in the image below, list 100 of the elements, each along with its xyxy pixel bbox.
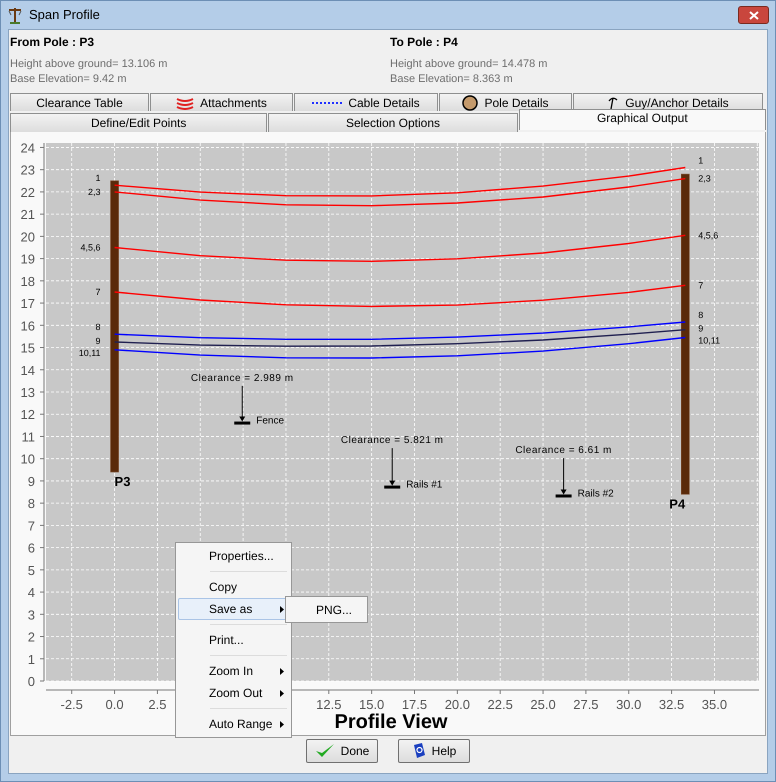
help-book-icon [412, 743, 426, 759]
wave-lines-icon [176, 96, 194, 110]
cable-label: 1 [698, 155, 704, 166]
arrow [239, 385, 246, 422]
obstacle-label: Rails #2 [578, 488, 614, 500]
done-button[interactable]: Done [306, 739, 378, 763]
tab[interactable]: Cable Details [294, 93, 438, 111]
cable-label: 9 [698, 324, 704, 334]
arrow [389, 448, 396, 486]
menu-item[interactable]: Properties... [178, 545, 289, 567]
axis-tick-label: 20.0 [444, 697, 470, 712]
menu-item[interactable]: Copy [178, 576, 289, 598]
clearance-label: Clearance = 6.61 m [515, 445, 612, 456]
axis-tick-label: 7 [28, 518, 35, 534]
axis-tick-label: 17.5 [402, 697, 428, 712]
ground-marker [384, 486, 400, 489]
tab[interactable]: Selection Options [268, 113, 518, 132]
axis-tick-label: 22 [20, 184, 35, 200]
obstacle-label: Fence [256, 416, 284, 427]
anchor-hook-icon [607, 96, 620, 110]
arrow [560, 458, 567, 494]
axis-tick-label: 18 [20, 274, 35, 289]
menu-item[interactable]: Print... [178, 629, 289, 651]
elevation-info: Base Elevation= 8.363 m [390, 72, 514, 87]
axis-tick-label: -2.5 [60, 697, 83, 712]
axis-tick-label: 10 [20, 452, 35, 467]
chart-title: Profile View [334, 711, 448, 733]
cable-label: 9 [96, 336, 101, 346]
menu-item[interactable]: Auto Range [178, 713, 289, 735]
axis-tick-label: 8 [28, 496, 35, 512]
pole-label: P4 [669, 496, 686, 512]
axis-tick-label: 14 [20, 362, 35, 378]
height-info: Height above ground= 14.478 m [390, 57, 548, 72]
axis-tick-label: 11 [22, 429, 35, 444]
axis-tick-label: 5 [28, 562, 35, 578]
height-info: Height above ground= 13.106 m [10, 57, 168, 72]
axis-tick-label: 9 [28, 474, 35, 489]
axis-tick-label: 16 [20, 318, 35, 334]
axis-tick-label: 6 [28, 540, 35, 556]
dotted-line-icon [312, 100, 342, 106]
axis-tick-label: 23 [20, 162, 35, 178]
menu-item[interactable]: PNG... [286, 600, 352, 618]
cable-label: 2,3 [88, 186, 101, 197]
cable-label: 7 [698, 280, 704, 290]
axis-tick-label: 2.5 [148, 697, 166, 712]
cable-label: 10,11 [78, 348, 101, 358]
submenu-arrow-icon [280, 720, 284, 728]
axis-tick-label: 17 [20, 296, 35, 312]
axis-tick-label: 13 [20, 385, 35, 400]
elevation-info: Base Elevation= 9.42 m [10, 72, 128, 87]
axis-tick-label: 27.5 [573, 697, 599, 712]
menu-item[interactable]: Zoom Out [178, 682, 289, 704]
cable-label: 2,3 [698, 174, 711, 184]
help-button[interactable]: Help [398, 739, 470, 763]
axis-tick-label: 4 [28, 585, 35, 600]
circle-icon [462, 94, 478, 110]
tab[interactable]: Clearance Table [10, 93, 149, 111]
pole-label: P3 [114, 474, 130, 490]
axis-tick-label: 15 [20, 340, 35, 356]
axis-tick-label: 12 [20, 407, 35, 422]
axis-tick-label: 0.0 [106, 697, 124, 712]
axis-tick-label: 24 [20, 140, 35, 156]
axis-tick-label: 30.0 [616, 697, 642, 712]
axis-tick-label: 12.5 [316, 697, 342, 712]
tab[interactable]: Pole Details [439, 93, 572, 111]
pole-title: To Pole : P4 [390, 34, 459, 51]
ground-marker [234, 422, 250, 425]
submenu-arrow-icon [280, 690, 284, 696]
clearance-label: Clearance = 5.821 m [340, 435, 444, 446]
close-icon [748, 10, 758, 20]
cable-label: 10,11 [698, 336, 720, 346]
checkmark-icon [314, 743, 335, 759]
menu-item[interactable]: Zoom In [178, 660, 289, 682]
cable-label: 8 [96, 322, 101, 332]
tab[interactable]: Attachments [150, 93, 293, 111]
submenu-arrow-icon [280, 606, 284, 612]
tab[interactable]: Graphical Output [518, 109, 766, 130]
axis-tick-label: 19 [20, 252, 35, 267]
axis-tick-label: 21 [20, 207, 35, 222]
obstacle-label: Rails #1 [406, 480, 442, 491]
axis-tick-label: 20 [20, 229, 35, 244]
cable-label: 1 [96, 173, 101, 184]
cable-label: 4,5,6 [698, 230, 718, 240]
axis-tick-label: 22.5 [488, 697, 513, 712]
axis-tick-label: 25.0 [530, 697, 556, 712]
submenu-arrow-icon [280, 668, 284, 674]
axis-tick-label: 3 [28, 607, 35, 622]
clearance-label: Clearance = 2.989 m [190, 372, 294, 384]
axis-tick-label: 0 [28, 674, 35, 689]
pole-title: From Pole : P3 [10, 34, 96, 51]
tab[interactable]: Define/Edit Points [10, 113, 268, 132]
axis-tick-label: 15.0 [359, 697, 384, 712]
ground-marker [556, 494, 572, 498]
close-button[interactable] [738, 6, 769, 24]
axis-tick-label: 2 [28, 630, 35, 645]
pole-icon [7, 6, 23, 24]
axis-tick-label: 1 [28, 652, 35, 667]
axis-tick-label: 32.5 [658, 697, 684, 712]
cable-label: 4,5,6 [80, 242, 101, 252]
cable-label: 7 [96, 286, 101, 297]
